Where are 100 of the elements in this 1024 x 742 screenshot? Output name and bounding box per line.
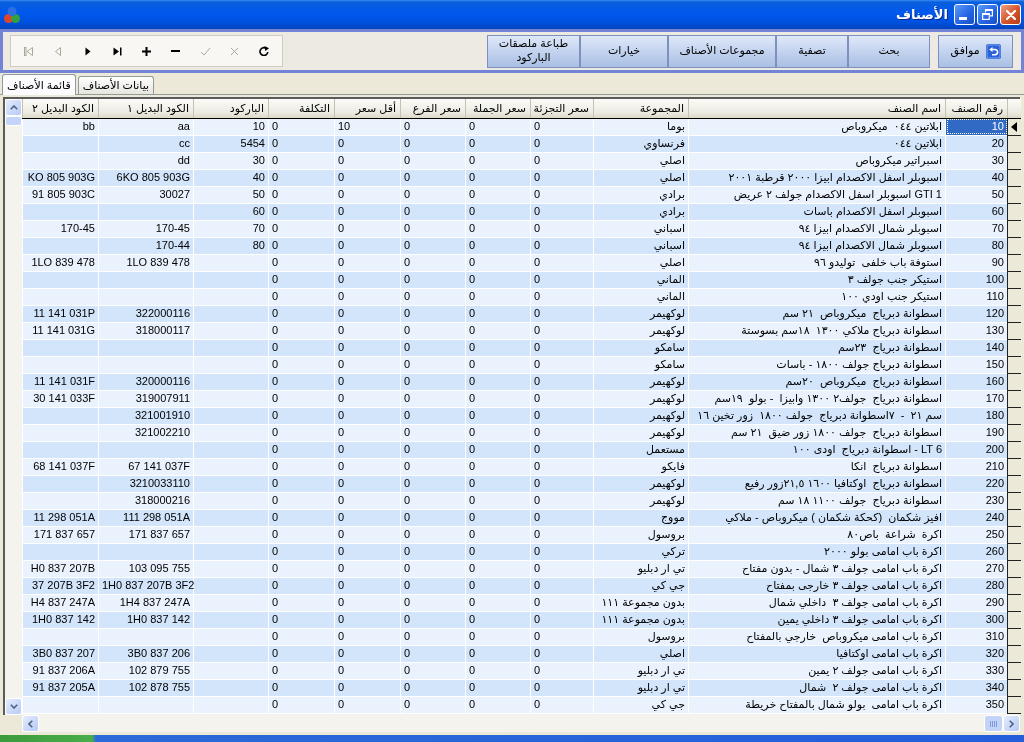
vertical-scrollbar[interactable] <box>5 99 22 715</box>
table-cell: 0 <box>268 169 335 186</box>
column-header[interactable]: سعر الجملة <box>465 99 531 118</box>
table-cell: 0 <box>334 594 401 611</box>
table-cell: H0 837 207B <box>22 560 99 577</box>
table-cell: 3B0 837 207 <box>22 645 99 662</box>
table-cell: 102 879 755 <box>98 662 194 679</box>
scrollbar-thumb[interactable] <box>984 715 1003 732</box>
table-cell: 30027 <box>98 186 194 203</box>
options-button[interactable]: خيارات <box>580 34 668 68</box>
table-cell: اسبوبلر شمال الاكصدام ابيزا ٩٤ <box>688 237 946 254</box>
table-cell: 60 <box>945 203 1008 220</box>
scrollbar-thumb[interactable] <box>5 116 22 126</box>
table-cell: 0 <box>334 526 401 543</box>
table-cell: 0 <box>465 560 531 577</box>
window-title: الأصناف <box>896 6 948 23</box>
table-cell: 91 837 205A <box>22 679 99 696</box>
table-cell: 300 <box>945 611 1008 628</box>
table-cell: اسباني <box>593 220 689 237</box>
horizontal-scrollbar[interactable] <box>22 715 1020 732</box>
table-cell: 0 <box>268 526 335 543</box>
column-header[interactable]: أقل سعر <box>334 99 401 118</box>
filter-button[interactable]: تصفية <box>776 34 848 68</box>
table-cell: تركي <box>593 543 689 560</box>
minimize-icon <box>959 17 967 20</box>
column-header[interactable]: الكود البديل ١ <box>98 99 194 118</box>
table-cell: 0 <box>334 458 401 475</box>
table-cell: بروسول <box>593 526 689 543</box>
table-cell: 0 <box>268 305 335 322</box>
table-cell: 0 <box>400 560 466 577</box>
table-cell: ابلاتين ٠٤٤ ميكروباص <box>688 118 946 135</box>
table-cell: اسطوانة دبرياج ميكروباص ٢٠سم <box>688 373 946 390</box>
scroll-up-button[interactable] <box>5 99 22 116</box>
column-header[interactable]: المجموعة <box>593 99 689 118</box>
grip-icon <box>990 720 997 727</box>
table-cell: 0 <box>465 373 531 390</box>
minimize-button[interactable] <box>954 4 975 25</box>
column-header[interactable]: سعر التجزئة <box>530 99 594 118</box>
table-cell: 0 <box>465 543 531 560</box>
table-cell: 0 <box>530 152 594 169</box>
table-cell: 102 878 755 <box>98 679 194 696</box>
column-header[interactable]: رقم الصنف <box>945 99 1008 118</box>
table-cell: لوكهيمر <box>593 305 689 322</box>
item-groups-button[interactable]: مجموعات الأصناف <box>668 34 776 68</box>
table-cell: 20 <box>945 135 1008 152</box>
scroll-down-button[interactable] <box>5 698 22 715</box>
scroll-right-button[interactable] <box>1003 715 1020 732</box>
table-cell: 280 <box>945 577 1008 594</box>
table-cell: اسطوانة دبرياج ٢٣سم <box>688 339 946 356</box>
column-header[interactable]: الكود البديل ٢ <box>22 99 99 118</box>
table-cell: اصلي <box>593 645 689 662</box>
table-cell: اسطوانة دبرياج اوكتافيا ١٦٠٠ ٢١,٥زور رفيع <box>688 475 946 492</box>
column-header[interactable]: التكلفة <box>268 99 335 118</box>
table-cell: 0 <box>400 220 466 237</box>
table-cell: 0 <box>530 288 594 305</box>
close-button[interactable] <box>1000 4 1021 25</box>
restore-button[interactable] <box>977 4 998 25</box>
table-cell: اكرة باب امامى ميكروباص خارجي بالمفتاح <box>688 628 946 645</box>
ok-button[interactable]: موافق <box>938 34 1013 68</box>
table-cell: 322000116 <box>98 305 194 322</box>
column-header[interactable]: اسم الصنف <box>688 99 946 118</box>
table-cell: لوكهيمر <box>593 492 689 509</box>
undo-arrow-icon <box>985 43 1001 59</box>
table-cell: فايكو <box>593 458 689 475</box>
table-cell: 67 141 037F <box>98 458 194 475</box>
triangle-right-icon <box>84 46 91 56</box>
scroll-left-button[interactable] <box>22 715 39 732</box>
table-cell: 0 <box>465 475 531 492</box>
table-cell: 190 <box>945 424 1008 441</box>
table-cell: 0 <box>268 628 335 645</box>
table-cell: 0 <box>400 492 466 509</box>
tab[interactable]: قائمة الأصناف <box>2 74 76 95</box>
table-cell: 318000117 <box>98 322 194 339</box>
column-header[interactable]: الباركود <box>193 99 269 118</box>
table-cell: 0 <box>334 679 401 696</box>
table-cell: 0 <box>268 288 335 305</box>
search-button[interactable]: بحث <box>848 34 930 68</box>
print-barcode-labels-button[interactable]: طباعة ملصقات الباركود <box>487 34 580 68</box>
table-cell: 0 <box>465 424 531 441</box>
table-cell: 70 <box>193 220 269 237</box>
table-cell: 10 <box>193 118 269 135</box>
table-cell: 0 <box>465 203 531 220</box>
table-cell: 171 837 657 <box>98 526 194 543</box>
table-cell: اسباني <box>593 237 689 254</box>
table-cell: بروسول <box>593 628 689 645</box>
table-cell: اكرة شراعة باص٨٠ <box>688 526 946 543</box>
table-cell: 0 <box>400 509 466 526</box>
table-cell: سم ٢١ - ٧اسطوانة دبرياج جولف ١٨٠٠ زور تخين ١٦ <box>688 407 946 424</box>
table-cell: 0 <box>465 186 531 203</box>
tab[interactable]: بيانات الأصناف <box>77 76 155 94</box>
table-cell: 0 <box>334 390 401 407</box>
table-cell: 0 <box>465 288 531 305</box>
table-cell: 0 <box>400 169 466 186</box>
table-cell: 0 <box>334 509 401 526</box>
table-cell: 0 <box>268 577 335 594</box>
table-cell: 0 <box>334 611 401 628</box>
table-cell: لوكهيمر <box>593 373 689 390</box>
table-cell: 0 <box>400 356 466 373</box>
column-header[interactable]: سعر الفرع <box>400 99 466 118</box>
table-cell: 0 <box>400 305 466 322</box>
